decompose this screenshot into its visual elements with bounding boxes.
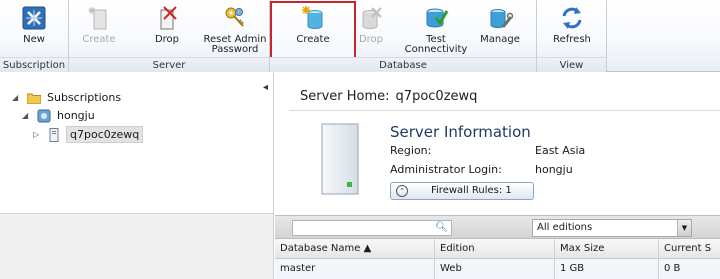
collapsed-arrow-icon[interactable]: ▷ [33,126,42,144]
group-label-server: Server [69,57,269,72]
manage-icon [490,9,513,28]
create-database-label: Create [296,34,330,45]
drop-database-label: Drop [358,34,384,45]
server-home-label: Server Home: [300,89,390,104]
server-large-icon [321,123,359,195]
new-button-label: New [23,34,45,45]
ribbon-group-view: Refresh View [537,0,607,72]
folder-icon [26,93,41,104]
cell-database-name: master [275,259,435,279]
chevron-down-icon[interactable]: ▼ [677,220,691,236]
manage-button[interactable]: Manage [478,3,522,55]
ribbon-group-database: Create Drop Test Connectivity Manage Dat… [270,0,537,72]
refresh-button[interactable]: Refresh [548,3,596,55]
database-search-input[interactable] [293,221,433,236]
subscription-icon [37,109,50,123]
tree-label-subscriptions: Subscriptions [47,91,122,104]
table-row[interactable]: master Web 1 GB 0 B [275,259,720,279]
manage-label: Manage [480,34,520,45]
column-header-current-size[interactable]: Current S [659,239,720,259]
group-label-view: View [537,57,606,72]
tree-item-subscriptions[interactable]: ◢ Subscriptions [12,89,121,107]
tree-item-server[interactable]: ▷ q7poc0zewq [33,126,144,144]
collapse-pane-icon[interactable]: ◂ [263,82,268,93]
tree-label-server: q7poc0zewq [66,126,144,143]
test-connectivity-label: Test Connectivity [404,34,468,55]
ribbon-group-subscription: New Subscription [0,0,69,72]
region-label: Region: [390,144,432,157]
expanded-arrow-icon[interactable]: ◢ [22,107,31,125]
administrator-login-label: Administrator Login: [390,163,502,176]
column-header-database-name[interactable]: Database Name ▲ [275,239,435,259]
expanded-arrow-icon[interactable]: ◢ [12,89,21,107]
column-header-edition[interactable]: Edition [435,239,555,259]
drop-database-button[interactable]: Drop [354,3,388,55]
test-connectivity-icon [426,8,449,28]
navigation-footer [0,213,273,279]
drop-database-icon [362,7,382,29]
cell-edition: Web [435,259,555,279]
ribbon-group-server: Create Drop Reset Admin Password Server [69,0,270,72]
create-database-icon [302,6,323,29]
collapse-circle-icon: ⌃ [396,185,408,197]
drop-server-icon [160,6,177,30]
server-information-title: Server Information [390,123,531,141]
database-search-box[interactable]: 🔍︎ [292,220,452,236]
server-home-value: q7poc0zewq [395,89,478,104]
table-header: Database Name ▲ Edition Max Size Current… [275,239,720,259]
server-home-panel: Server Home: q7poc0zewq Server Informatio… [275,73,720,279]
tree-item-subscription[interactable]: ◢ hongju [22,107,95,125]
firewall-rules-button[interactable]: ⌃ Firewall Rules: 1 [390,182,534,200]
cell-current-size: 0 B [664,263,681,274]
create-server-icon [88,7,107,30]
column-header-max-size[interactable]: Max Size [555,239,659,259]
navigation-pane: ◂ ◢ Subscriptions ◢ hongju ▷ q7poc0zewq [0,73,274,279]
create-server-button[interactable]: Create [79,3,119,55]
editions-dropdown[interactable]: All editions ▼ [532,219,692,237]
tree-label-subscription: hongju [57,109,95,122]
group-label-database: Database [270,57,536,72]
database-filter-bar: 🔍︎ All editions ▼ [275,215,720,239]
administrator-login-value: hongju [535,163,573,176]
cell-max-size: 1 GB [555,259,659,279]
create-server-label: Create [82,34,116,45]
test-connectivity-button[interactable]: Test Connectivity [404,3,468,55]
refresh-label: Refresh [553,34,591,45]
new-subscription-icon [22,6,46,30]
drop-server-button[interactable]: Drop [147,3,187,55]
drop-server-label: Drop [154,34,180,45]
firewall-rules-label: Firewall Rules: 1 [431,185,512,196]
editions-selected-value: All editions [537,222,593,233]
reset-admin-password-button[interactable]: Reset Admin Password [202,3,268,55]
heading-divider [289,110,720,111]
keys-icon [225,7,244,27]
server-home-heading: Server Home: q7poc0zewq [300,89,477,104]
reset-admin-password-label: Reset Admin Password [203,34,267,55]
region-value: East Asia [535,144,586,157]
ribbon: New Subscription Create Drop Reset Admin… [0,0,720,72]
group-label-subscription: Subscription [0,57,68,72]
new-button[interactable]: New [8,3,60,55]
refresh-icon [562,7,582,29]
search-icon[interactable]: 🔍︎ [435,222,448,233]
server-icon [49,128,58,142]
